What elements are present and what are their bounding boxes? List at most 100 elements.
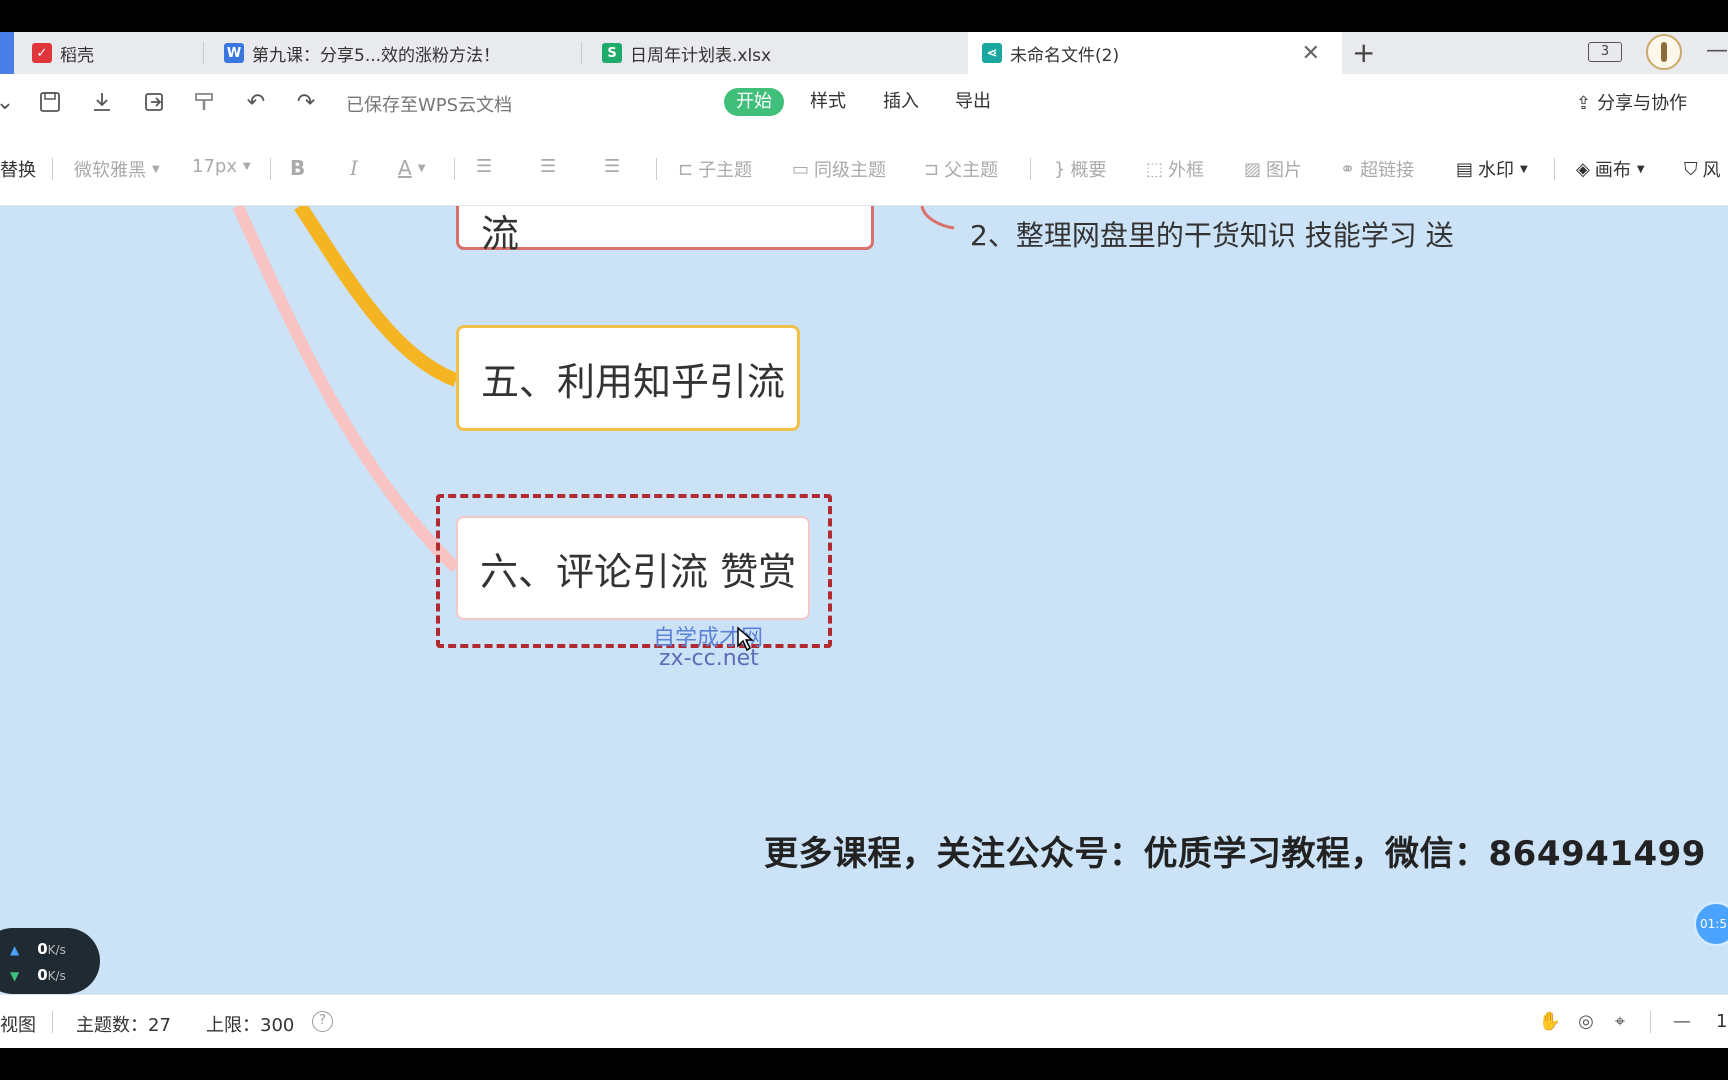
save-icon[interactable]: [36, 88, 64, 116]
chevron-down-icon[interactable]: ⌄: [0, 88, 14, 116]
tab-label: 稻壳: [60, 45, 94, 66]
watermark-button[interactable]: ▤ 水印 ▼: [1456, 156, 1528, 182]
canvas-button[interactable]: ◈ 画布 ▼: [1576, 156, 1645, 182]
replace-button[interactable]: 替换: [0, 156, 36, 182]
font-color-glyph: A: [398, 156, 412, 180]
menu-tab-start[interactable]: 开始: [724, 88, 784, 116]
child-topic-icon: ⊏: [678, 158, 694, 180]
locate-icon[interactable]: ⌖: [1608, 1009, 1632, 1033]
new-tab-button[interactable]: +: [1352, 36, 1375, 69]
sibling-topic-label: 同级主题: [814, 160, 887, 181]
menu-tab-style[interactable]: 样式: [798, 88, 858, 116]
tab-daoke[interactable]: ✓ 稻壳: [22, 32, 204, 74]
view-toggle[interactable]: 视图: [0, 1011, 36, 1037]
hyperlink-label: 超链接: [1360, 160, 1415, 181]
style-button[interactable]: ⛉ 风: [1684, 156, 1721, 182]
caret-down-icon: ▼: [152, 163, 160, 175]
caret-down-icon: ▼: [1636, 163, 1645, 175]
align-right-icon[interactable]: ☰: [604, 156, 620, 177]
frame-label: 外框: [1168, 160, 1205, 181]
branch-lines: [232, 206, 955, 573]
share-icon: ⇪: [1576, 93, 1592, 114]
hide-eye-icon[interactable]: ◎: [1574, 1009, 1598, 1033]
redo-icon[interactable]: ↷: [292, 88, 320, 116]
tab-label: 第九课：分享5...效的涨粉方法！: [252, 45, 501, 66]
tab-writer-doc[interactable]: W 第九课：分享5...效的涨粉方法！: [204, 32, 582, 74]
tab-mindmap-active[interactable]: ⋖ 未命名文件(2) ✕: [968, 32, 1342, 74]
font-family-value: 微软雅黑: [74, 160, 146, 181]
net-speed-widget: ▲ 0K/s ▼ 0 K/s: [0, 928, 100, 994]
main-toolbar: ⌄ ↶ ↷ 已保存至WPS云文档 开始 样式 插入 导出 ⇪ 分享与协作: [0, 74, 1728, 130]
subtopic-2[interactable]: 2、整理网盘里的干货知识 技能学习 送: [970, 214, 1454, 254]
upload-value: 0: [37, 940, 48, 958]
tab-label: 未命名文件(2): [1010, 45, 1120, 66]
font-size-select[interactable]: 17px ▼: [192, 156, 251, 177]
red-branch: [920, 206, 955, 230]
save-status: 已保存至WPS云文档: [346, 95, 513, 116]
child-topic-button[interactable]: ⊏ 子主题: [678, 156, 752, 182]
font-color-button[interactable]: A ▼: [398, 156, 425, 180]
share-button[interactable]: ⇪ 分享与协作: [1576, 89, 1687, 115]
align-left-icon[interactable]: ☰: [476, 156, 492, 177]
mindmap-icon: ⋖: [982, 43, 1002, 63]
zoom-out-icon[interactable]: —: [1670, 1009, 1694, 1033]
parent-topic-icon: ⊐: [924, 158, 940, 180]
close-icon[interactable]: ✕: [1302, 41, 1320, 66]
format-bar: 替换 微软雅黑 ▼ 17px ▼ B I A ▼ ☰ ☰ ☰ ⊏ 子主题 ▭ 同级主题 ⊐…: [0, 130, 1728, 206]
child-topic-label: 子主题: [698, 160, 753, 181]
menu-tab-export[interactable]: 导出: [943, 88, 1003, 116]
parent-topic-label: 父主题: [944, 160, 999, 181]
wps-sheet-icon: S: [602, 43, 622, 63]
topic-node-4[interactable]: 四、利用个人文件夹引流: [456, 206, 874, 256]
undo-icon[interactable]: ↶: [242, 88, 270, 116]
upload-speed: ▲ 0K/s: [10, 940, 66, 958]
letterbox-bottom: [0, 1048, 1728, 1080]
help-icon[interactable]: ?: [312, 1011, 333, 1032]
hyperlink-button[interactable]: ⚭ 超链接: [1340, 156, 1414, 182]
summary-button[interactable]: } 概要: [1054, 156, 1106, 182]
app-menu-edge[interactable]: [0, 32, 14, 74]
sibling-topic-button[interactable]: ▭ 同级主题: [792, 156, 886, 182]
daoke-icon: ✓: [32, 43, 52, 63]
caret-down-icon: ▼: [1520, 163, 1528, 175]
topic-node-5[interactable]: 五、利用知乎引流: [456, 325, 800, 431]
frame-button[interactable]: ⬚ 外框: [1146, 156, 1204, 182]
font-family-select[interactable]: 微软雅黑 ▼: [74, 156, 160, 182]
shirt-icon: ⛉: [1684, 158, 1698, 180]
avatar[interactable]: [1646, 34, 1682, 70]
sibling-topic-icon: ▭: [792, 158, 810, 180]
arrow-down-icon: ▼: [10, 969, 20, 983]
wps-writer-icon: W: [224, 43, 244, 63]
minimize-icon[interactable]: —: [1706, 38, 1728, 63]
bold-button[interactable]: B: [290, 156, 305, 180]
yellow-branch: [294, 206, 459, 387]
image-button[interactable]: ▨ 图片: [1244, 156, 1302, 182]
letterbox-top: [0, 0, 1728, 32]
italic-button[interactable]: I: [350, 156, 358, 180]
watermark-label: 水印: [1478, 160, 1515, 181]
caret-down-icon: ▼: [242, 161, 251, 172]
zoom-level[interactable]: 1: [1716, 1011, 1727, 1032]
hand-tool-icon[interactable]: ✋: [1538, 1009, 1562, 1033]
menu-tab-insert[interactable]: 插入: [871, 88, 931, 116]
tab-label: 日周年计划表.xlsx: [630, 45, 772, 66]
mindmap-canvas[interactable]: 四、利用个人文件夹引流 2、整理网盘里的干货知识 技能学习 送 五、利用知乎引流…: [0, 206, 1728, 994]
align-center-icon[interactable]: ☰: [540, 156, 556, 177]
brace-icon: }: [1054, 158, 1066, 180]
topic-count: 主题数：27: [76, 1015, 171, 1036]
export-icon[interactable]: [140, 88, 168, 116]
speed-unit: K/s: [47, 969, 66, 983]
topic-limit: 上限：300: [206, 1015, 295, 1036]
paint-bucket-icon: ◈: [1576, 158, 1590, 180]
topic-node-6[interactable]: 六、评论引流 赞赏: [456, 516, 810, 620]
tab-spreadsheet[interactable]: S 日周年计划表.xlsx: [582, 32, 968, 74]
caret-down-icon: ▼: [417, 162, 426, 174]
status-bar: 视图 主题数：27 上限：300 ? ✋ ◎ ⌖ — 1: [0, 994, 1728, 1048]
tab-count-badge[interactable]: 3: [1588, 42, 1622, 62]
summary-label: 概要: [1070, 160, 1107, 181]
pink-branch: [232, 206, 461, 573]
parent-topic-button[interactable]: ⊐ 父主题: [924, 156, 998, 182]
format-painter-icon[interactable]: [190, 88, 218, 116]
download-icon[interactable]: [88, 88, 116, 116]
frame-icon: ⬚: [1146, 158, 1164, 180]
